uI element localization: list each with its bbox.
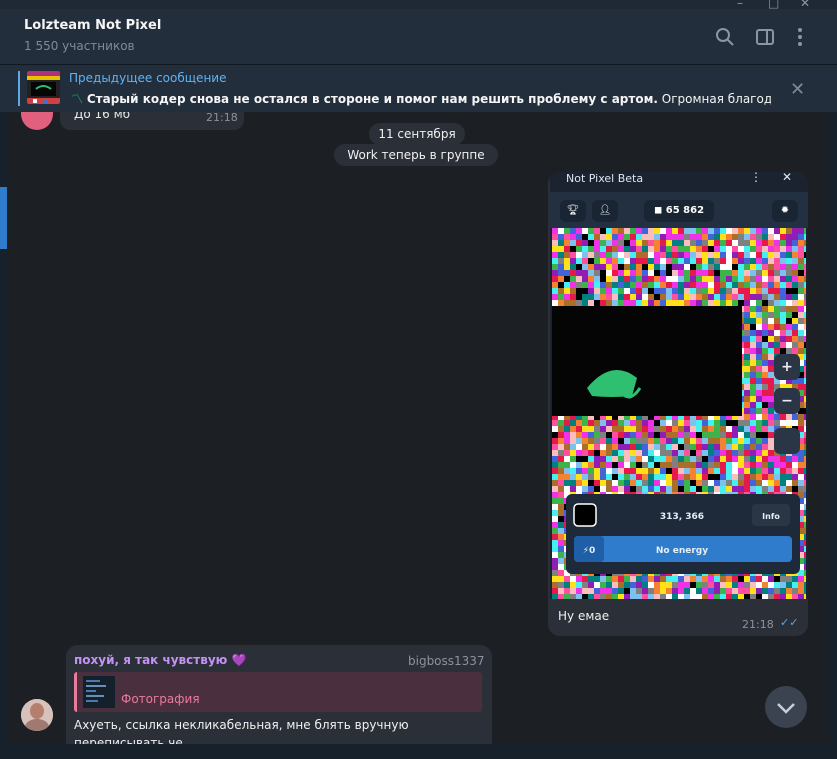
photo[interactable]: Not Pixel Beta ⋮ ✕ 🏆︎ 👤︎ ◼︎ 65 862 ✹ 313… [550,172,808,599]
chat-title[interactable]: Lolzteam Not Pixel [24,18,161,33]
bug-icon: ✹ [772,200,798,222]
message-bubble[interactable]: похуй, я так чувствую 💜 bigboss1337 Фото… [66,645,492,744]
sender-name-text: похуй, я так чувствую [74,653,228,667]
sender-tag: bigboss1337 [408,654,485,668]
avatar[interactable] [21,112,53,130]
shot-close-icon: ✕ [782,172,793,184]
add-friend-icon: 👤︎ [592,200,618,222]
more-vertical-icon[interactable] [790,27,810,47]
pinned-indicator [18,71,20,106]
message-list[interactable]: До 16 мб 21:18 11 сентября Work теперь в… [8,112,830,744]
reply-thumbnail [83,676,115,708]
avatar[interactable] [21,699,53,731]
pinned-text-rest: Огромная благодар... [661,92,771,106]
trophy-icon: 🏆︎ [560,200,586,222]
sidebar-toggle-icon[interactable] [755,27,775,47]
read-check-icon: ✓✓ [780,616,799,629]
svg-text:No energy: No energy [656,546,708,556]
composer-bar[interactable] [0,744,837,759]
shot-balance: ◼︎ 65 862 [644,200,714,222]
message-text: Ахуеть, ссылка некликабельная, мне блять… [74,718,409,744]
chevron-down-icon [777,703,795,714]
member-count: 1 550 участников [24,39,135,53]
reply-preview[interactable]: Фотография [74,672,482,712]
chat-header[interactable]: Lolzteam Not Pixel 1 550 участников [0,9,837,64]
message-time: 21:18 [206,112,238,124]
heart-emoji-icon: 💜 [231,653,247,667]
scroll-down-button[interactable] [765,686,807,728]
search-icon[interactable] [715,27,735,47]
pinned-emoji-icon: 〽︎ [71,92,84,106]
pinned-thumbnail [27,71,60,104]
selection-accent [0,187,7,249]
svg-text:−: − [781,393,793,409]
pixel-canvas: 313, 366 Info ⚡0 No energy + − [552,228,806,599]
svg-text:+: + [781,359,793,375]
shot-more-icon: ⋮ [750,172,762,184]
pinned-message-bar[interactable]: Предыдущее сообщение 〽︎ Старый кодер сно… [0,64,837,112]
svg-text:⚡0: ⚡0 [583,546,596,556]
sender-name[interactable]: похуй, я так чувствую 💜 [74,653,246,667]
pinned-text-bold: Старый кодер снова не остался в стороне … [86,92,658,106]
close-pinned-icon[interactable]: ✕ [790,79,805,100]
shot-title: Not Pixel Beta [566,172,644,185]
pinned-text: 〽︎ Старый кодер снова не остался в сторо… [71,90,771,107]
message-bubble[interactable]: До 16 мб 21:18 [60,112,244,130]
pinned-title: Предыдущее сообщение [69,71,227,85]
svg-text:313, 366: 313, 366 [660,512,704,522]
window-title-bar: – □ ✕ [0,0,837,10]
message-text: Ну емае [558,609,610,623]
balance-value: 65 862 [665,205,705,216]
date-separator: 11 сентября [369,123,465,145]
photo-message[interactable]: Not Pixel Beta ⋮ ✕ 🏆︎ 👤︎ ◼︎ 65 862 ✹ 313… [548,172,808,636]
service-message: Work теперь в группе [334,144,498,166]
message-text: До 16 мб [74,112,131,121]
svg-text:Info: Info [762,512,780,521]
reply-label: Фотография [121,692,200,706]
balance-icon: ◼︎ [653,205,666,216]
message-time: 21:18 [742,618,774,631]
right-panel-edge [830,112,837,744]
